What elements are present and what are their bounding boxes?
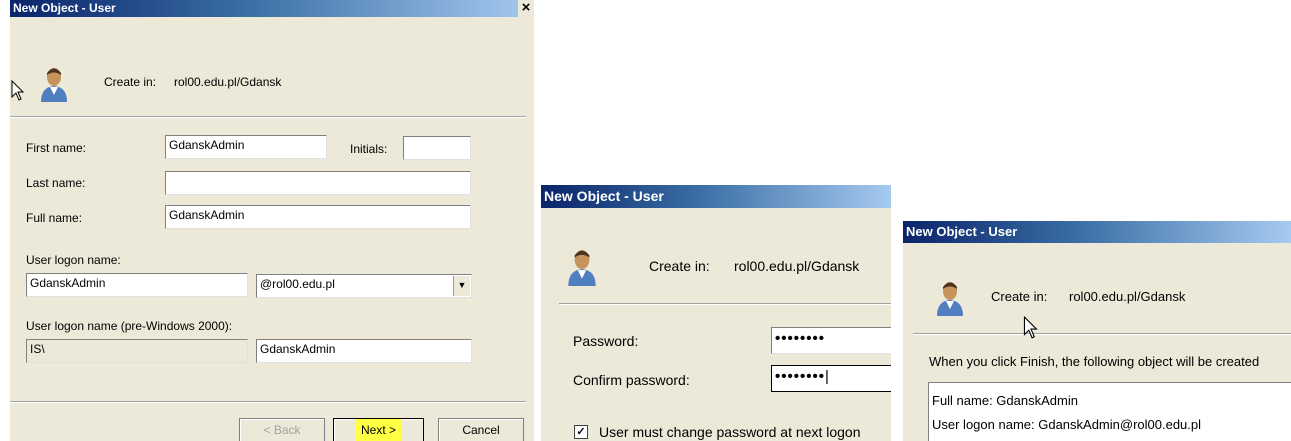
separator-top [913,333,1291,335]
title-bar[interactable]: New Object - User × [10,0,534,17]
logon-name-input[interactable]: GdanskAdmin [26,273,248,297]
dialog-new-user-name: New Object - User × Create in: rol00.edu… [10,0,534,441]
close-button[interactable]: × [518,0,534,17]
separator-bottom [10,401,526,403]
window-title: New Object - User [906,224,1018,239]
create-in-value: rol00.edu.pl/Gdansk [734,258,860,274]
confirm-password-label: Confirm password: [573,372,690,388]
pre2000-logon-input[interactable]: GdanskAdmin [256,339,472,363]
domain-select[interactable]: @rol00.edu.pl ▼ [256,274,472,298]
separator-top [10,116,526,118]
confirm-password-value: •••••••• [775,368,826,385]
last-name-input[interactable] [165,171,471,195]
window-title: New Object - User [544,188,664,204]
full-name-label: Full name: [26,211,83,225]
back-button-label: < Back [263,423,301,437]
user-icon [568,250,596,286]
pre2000-label: User logon name (pre-Windows 2000): [26,319,233,333]
summary-logon-name: User logon name: GdanskAdmin@rol00.edu.p… [932,417,1202,432]
user-icon [41,68,67,102]
must-change-checkbox[interactable]: ✓ [574,425,588,439]
must-change-label: User must change password at next logon [599,424,861,440]
last-name-label: Last name: [26,176,86,190]
title-bar[interactable]: New Object - User [541,185,891,208]
first-name-input[interactable]: GdanskAdmin [165,135,327,159]
text-caret: | [825,368,830,385]
cancel-button-label: Cancel [462,423,500,437]
create-in-value: rol00.edu.pl/Gdansk [1069,289,1186,304]
confirm-password-input[interactable]: ••••••••| [771,365,891,392]
summary-box: Full name: GdanskAdmin User logon name: … [928,382,1291,441]
domain-select-value: @rol00.edu.pl [260,277,335,291]
initials-label: Initials: [350,142,388,156]
create-in-label: Create in: [991,289,1048,304]
initials-input[interactable] [403,136,471,160]
create-in-value: rol00.edu.pl/Gdansk [174,75,282,89]
mouse-pointer-icon [11,80,25,101]
cancel-button[interactable]: Cancel [438,418,524,441]
pre2000-domain-field: IS\ [26,339,248,363]
title-bar[interactable]: New Object - User [903,221,1291,243]
summary-full-name: Full name: GdanskAdmin [932,393,1078,408]
next-button[interactable]: Next > [333,418,424,441]
summary-intro: When you click Finish, the following obj… [929,354,1260,369]
dialog-new-user-summary: New Object - User Create in: rol00.edu.p… [903,221,1291,441]
user-icon [937,282,963,316]
full-name-input[interactable]: GdanskAdmin [165,205,471,229]
create-in-label: Create in: [649,258,710,274]
separator-top [559,303,891,305]
first-name-label: First name: [26,141,87,155]
logon-name-label: User logon name: [26,253,121,267]
window-title: New Object - User [13,1,116,15]
next-button-label: Next > [354,419,402,441]
password-input[interactable]: •••••••• [771,327,891,354]
back-button[interactable]: < Back [239,418,325,441]
create-in-label: Create in: [104,75,157,89]
mouse-pointer-icon [1023,316,1038,339]
password-label: Password: [573,333,639,349]
dialog-new-user-password: New Object - User Create in: rol00.edu.p… [541,185,891,441]
chevron-down-icon[interactable]: ▼ [453,276,470,296]
